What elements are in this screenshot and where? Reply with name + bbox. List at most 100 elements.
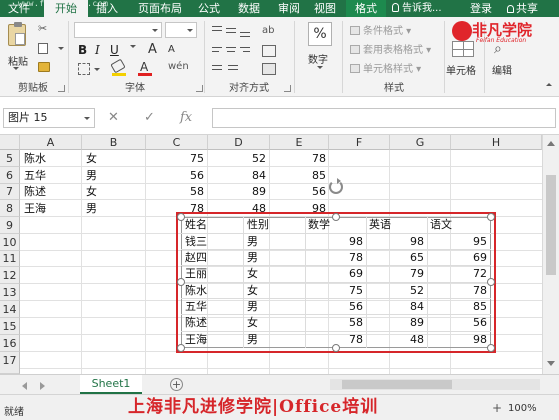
formula-input[interactable] <box>212 108 556 128</box>
copy-dropdown-icon[interactable] <box>58 47 64 50</box>
cells-icon[interactable] <box>452 41 474 57</box>
vertical-scrollbar[interactable] <box>542 135 559 374</box>
fx-icon[interactable]: fx <box>180 110 192 125</box>
cell-e7[interactable]: 56 <box>270 184 326 199</box>
font-size-dropdown[interactable] <box>165 22 197 38</box>
column-header-d[interactable]: D <box>208 135 270 150</box>
horizontal-scroll-thumb[interactable] <box>342 380 452 389</box>
top-align-icons[interactable] <box>212 25 252 39</box>
scroll-up-icon[interactable] <box>547 141 555 146</box>
font-name-dropdown[interactable] <box>74 22 162 38</box>
horizontal-scrollbar[interactable] <box>330 379 540 390</box>
indent-icons[interactable] <box>212 63 252 75</box>
resize-handle-bottom[interactable] <box>332 344 340 352</box>
cell-e6[interactable]: 85 <box>270 168 326 183</box>
border-dropdown-icon[interactable] <box>94 68 100 71</box>
add-sheet-button[interactable]: + <box>170 378 183 391</box>
column-header-g[interactable]: G <box>390 135 451 150</box>
row-header[interactable]: 11 <box>0 251 20 267</box>
vertical-scroll-thumb[interactable] <box>546 175 556 275</box>
cells-button[interactable]: 单元格 <box>446 62 476 77</box>
italic-button[interactable]: I <box>95 43 100 57</box>
cell-b5[interactable]: 女 <box>86 151 97 166</box>
underline-button[interactable]: U <box>110 43 119 57</box>
percent-icon[interactable]: % <box>308 22 332 46</box>
column-header-c[interactable]: C <box>146 135 208 150</box>
row-header[interactable]: 10 <box>0 234 20 251</box>
cell-c7[interactable]: 58 <box>146 184 204 199</box>
resize-handle-bottom-left[interactable] <box>177 344 185 352</box>
tell-me-box[interactable]: 告诉我... <box>392 0 442 17</box>
orientation-icon[interactable]: ab <box>262 25 276 37</box>
cell-d5[interactable]: 52 <box>208 151 266 166</box>
resize-handle-top-right[interactable] <box>487 213 495 221</box>
share-button[interactable]: 共享 <box>507 0 538 17</box>
grow-font-icon[interactable]: A <box>148 42 157 57</box>
column-header-b[interactable]: B <box>82 135 146 150</box>
resize-handle-left[interactable] <box>177 278 185 286</box>
resize-handle-right[interactable] <box>487 278 495 286</box>
alignment-launcher-icon[interactable] <box>284 85 291 92</box>
cell-styles-button[interactable]: 单元格样式 ▾ <box>350 64 421 75</box>
sheet-tab-sheet1[interactable]: Sheet1 <box>80 375 142 394</box>
fill-color-icon[interactable] <box>110 58 126 74</box>
column-header-h[interactable]: H <box>451 135 542 150</box>
row-header[interactable]: 5 <box>0 150 20 167</box>
clipboard-launcher-icon[interactable] <box>58 85 65 92</box>
cell-c5[interactable]: 75 <box>146 151 204 166</box>
cell-b6[interactable]: 男 <box>86 168 97 183</box>
collapse-ribbon-icon[interactable] <box>546 83 552 86</box>
paste-label[interactable]: 粘贴 <box>8 53 28 68</box>
editing-button[interactable]: 编辑 <box>492 62 512 77</box>
tab-review[interactable]: 审阅 <box>272 0 306 17</box>
scroll-down-icon[interactable] <box>547 361 555 366</box>
tab-file[interactable]: 文件 <box>2 0 36 17</box>
shrink-font-icon[interactable]: A <box>168 44 175 55</box>
select-all-corner[interactable] <box>0 135 20 150</box>
row-header[interactable]: 9 <box>0 217 20 234</box>
wrap-text-icon[interactable] <box>262 45 276 57</box>
cell-e5[interactable]: 78 <box>270 151 326 166</box>
horizontal-align-icons[interactable] <box>212 45 252 59</box>
cancel-icon[interactable]: ✕ <box>108 110 119 125</box>
underline-dropdown-icon[interactable] <box>130 45 136 48</box>
row-header[interactable]: 16 <box>0 335 20 352</box>
cell-b8[interactable]: 男 <box>86 201 97 216</box>
border-icon[interactable] <box>78 63 90 75</box>
resize-handle-top-left[interactable] <box>177 213 185 221</box>
cell-a5[interactable]: 陈水 <box>24 151 46 166</box>
cell-d6[interactable]: 84 <box>208 168 266 183</box>
tab-page-layout[interactable]: 页面布局 <box>132 0 188 17</box>
pasted-picture[interactable]: 姓名 性别 数学 英语 语文 钱三 男 98 98 95 赵四 男 78 65 … <box>181 217 491 348</box>
merge-center-icon[interactable] <box>262 63 276 75</box>
row-header[interactable]: 12 <box>0 267 20 284</box>
tab-data[interactable]: 数据 <box>232 0 266 17</box>
row-header[interactable]: 14 <box>0 301 20 318</box>
cell-a7[interactable]: 陈述 <box>24 184 46 199</box>
zoom-in-button[interactable]: + <box>492 401 502 415</box>
row-header[interactable]: 6 <box>0 167 20 184</box>
sheet-next-icon[interactable] <box>40 382 45 390</box>
font-launcher-icon[interactable] <box>196 85 203 92</box>
tab-home[interactable]: 开始 <box>44 0 88 17</box>
sheet-prev-icon[interactable] <box>22 382 27 390</box>
column-header-e[interactable]: E <box>270 135 329 150</box>
resize-handle-top[interactable] <box>332 213 340 221</box>
conditional-formatting-button[interactable]: 条件格式 ▾ <box>350 26 411 37</box>
cell-c6[interactable]: 56 <box>146 168 204 183</box>
tab-formulas[interactable]: 公式 <box>192 0 226 17</box>
paste-icon[interactable] <box>8 22 26 46</box>
format-painter-icon[interactable] <box>38 62 50 72</box>
format-as-table-button[interactable]: 套用表格格式 ▾ <box>350 45 431 56</box>
number-dropdown-icon[interactable] <box>317 66 323 69</box>
row-header[interactable]: 7 <box>0 184 20 200</box>
cut-icon[interactable]: ✂ <box>38 23 50 35</box>
cell-a8[interactable]: 王海 <box>24 201 46 216</box>
phonetic-icon[interactable]: wén <box>168 61 189 72</box>
login-button[interactable]: 登录 <box>470 0 492 17</box>
tab-view[interactable]: 视图 <box>308 0 342 17</box>
zoom-level[interactable]: 100% <box>508 403 537 414</box>
column-header-f[interactable]: F <box>329 135 390 150</box>
name-box[interactable]: 图片 15 <box>3 108 95 128</box>
enter-icon[interactable]: ✓ <box>144 110 155 125</box>
